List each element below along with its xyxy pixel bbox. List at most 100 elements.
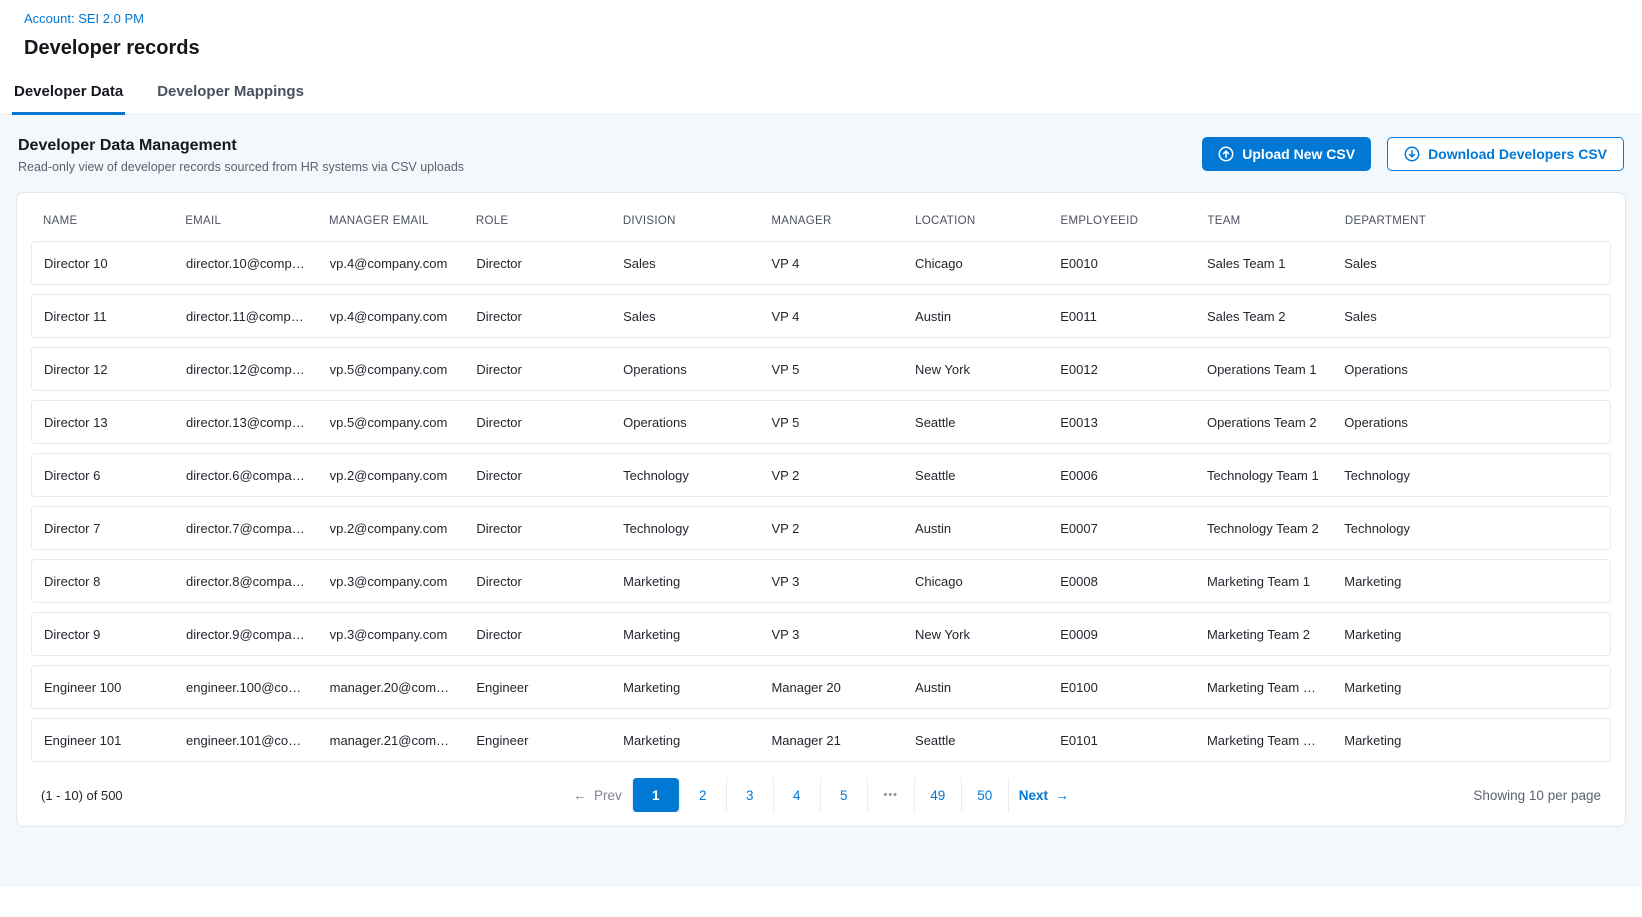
table-cell: VP 2 [759,521,903,536]
table-cell: Austin [903,680,1048,695]
pagination-page-49[interactable]: 49 [914,778,961,812]
table-cell: Austin [903,309,1048,324]
table-cell: vp.4@company.com [318,256,465,271]
table-cell: director.11@compan... [174,309,318,324]
pagination-next-button[interactable]: Next → [1008,778,1079,812]
table-cell: Marketing [611,627,759,642]
pagination-page-4[interactable]: 4 [773,778,820,812]
table-cell: Operations [1332,415,1610,430]
section-header-text: Developer Data Management Read-only view… [18,137,464,174]
table-cell: Sales Team 1 [1195,256,1332,271]
table-cell: Technology [1332,468,1610,483]
developer-data-section: Developer Data Management Read-only view… [0,115,1642,887]
developer-table-card: NAMEEMAILMANAGER EMAILROLEDIVISIONMANAGE… [16,192,1626,827]
arrow-right-icon: → [1055,788,1069,802]
upload-new-csv-button[interactable]: Upload New CSV [1202,137,1371,171]
table-cell: Director 13 [32,415,174,430]
table-cell: VP 5 [759,362,903,377]
table-cell: director.8@company.... [174,574,318,589]
tab-developer-mappings[interactable]: Developer Mappings [155,70,306,114]
table-cell: Chicago [903,574,1048,589]
next-label: Next [1019,788,1048,803]
pagination-page-3[interactable]: 3 [726,778,773,812]
pagination-prev-button[interactable]: ← Prev [563,778,632,812]
table-cell: Sales Team 2 [1195,309,1332,324]
table-cell: Director 6 [32,468,174,483]
table-cell: vp.2@company.com [318,468,465,483]
circle-arrow-up-icon [1218,146,1234,162]
table-cell: Director [464,627,611,642]
account-breadcrumb-link[interactable]: Account: SEI 2.0 PM [24,11,144,26]
table-row: Director 13director.13@compan...vp.5@com… [31,400,1611,444]
page-title: Developer records [24,37,1618,60]
page: Account: SEI 2.0 PM Developer records De… [0,0,1642,917]
table-cell: New York [903,627,1048,642]
table-row: Engineer 100engineer.100@comp...manager.… [31,665,1611,709]
table-cell: Sales [1332,309,1610,324]
table-cell: E0006 [1048,468,1195,483]
table-cell: Manager 20 [759,680,903,695]
table-cell: Technology [611,521,759,536]
table-cell: Director [464,521,611,536]
table-cell: E0100 [1048,680,1195,695]
table-row: Engineer 101engineer.101@comp...manager.… [31,718,1611,762]
table-cell: VP 5 [759,415,903,430]
table-cell: Technology [611,468,759,483]
section-title: Developer Data Management [18,137,464,155]
table-header-row: NAMEEMAILMANAGER EMAILROLEDIVISIONMANAGE… [31,203,1611,241]
table-cell: vp.5@company.com [318,362,465,377]
download-button-label: Download Developers CSV [1428,146,1607,162]
table-cell: manager.21@compa... [318,733,465,748]
column-header: EMAIL [173,203,317,241]
pagination-page-50[interactable]: 50 [961,778,1008,812]
table-cell: vp.2@company.com [318,521,465,536]
table-cell: director.10@compan... [174,256,318,271]
table-cell: E0101 [1048,733,1195,748]
table-cell: Austin [903,521,1048,536]
tab-bar: Developer Data Developer Mappings [0,70,1642,115]
table-cell: director.9@company.... [174,627,318,642]
table-cell: director.7@company.... [174,521,318,536]
pagination-page-2[interactable]: 2 [679,778,726,812]
table-cell: manager.20@compa... [318,680,465,695]
table-cell: Marketing Team 2 Su... [1195,680,1332,695]
column-header: TEAM [1195,203,1332,241]
table-cell: Director 10 [32,256,174,271]
column-header: ROLE [464,203,611,241]
table-cell: Sales [611,256,759,271]
column-header: DEPARTMENT [1333,203,1611,241]
section-actions: Upload New CSV Download Developers CSV [1202,137,1624,171]
table-cell: E0008 [1048,574,1195,589]
table-cell: Director 9 [32,627,174,642]
table-cell: Technology Team 1 [1195,468,1332,483]
table-cell: Technology [1332,521,1610,536]
table-cell: Director [464,309,611,324]
pagination-page-5[interactable]: 5 [820,778,867,812]
table-row: Director 11director.11@compan...vp.4@com… [31,294,1611,338]
table-cell: Marketing [611,680,759,695]
pagination-range-label: (1 - 10) of 500 [41,788,123,803]
upload-button-label: Upload New CSV [1242,146,1355,162]
table-cell: E0007 [1048,521,1195,536]
table-cell: vp.5@company.com [318,415,465,430]
table-body: Director 10director.10@compan...vp.4@com… [31,241,1611,762]
tab-developer-data[interactable]: Developer Data [12,70,125,114]
table-cell: vp.3@company.com [318,627,465,642]
table-cell: director.13@compan... [174,415,318,430]
table-cell: VP 4 [759,256,903,271]
table-row: Director 6director.6@company....vp.2@com… [31,453,1611,497]
pagination-page-1[interactable]: 1 [632,778,679,812]
table-cell: Director 7 [32,521,174,536]
table-cell: VP 2 [759,468,903,483]
table-cell: Marketing [1332,680,1610,695]
table-row: Director 8director.8@company....vp.3@com… [31,559,1611,603]
download-developers-csv-button[interactable]: Download Developers CSV [1387,137,1624,171]
table-cell: Director 11 [32,309,174,324]
table-cell: Marketing [611,574,759,589]
table-cell: Marketing [1332,627,1610,642]
table-row: Director 10director.10@compan...vp.4@com… [31,241,1611,285]
table-cell: Technology Team 2 [1195,521,1332,536]
table-cell: Operations Team 1 [1195,362,1332,377]
table-cell: vp.3@company.com [318,574,465,589]
table-cell: Manager 21 [759,733,903,748]
